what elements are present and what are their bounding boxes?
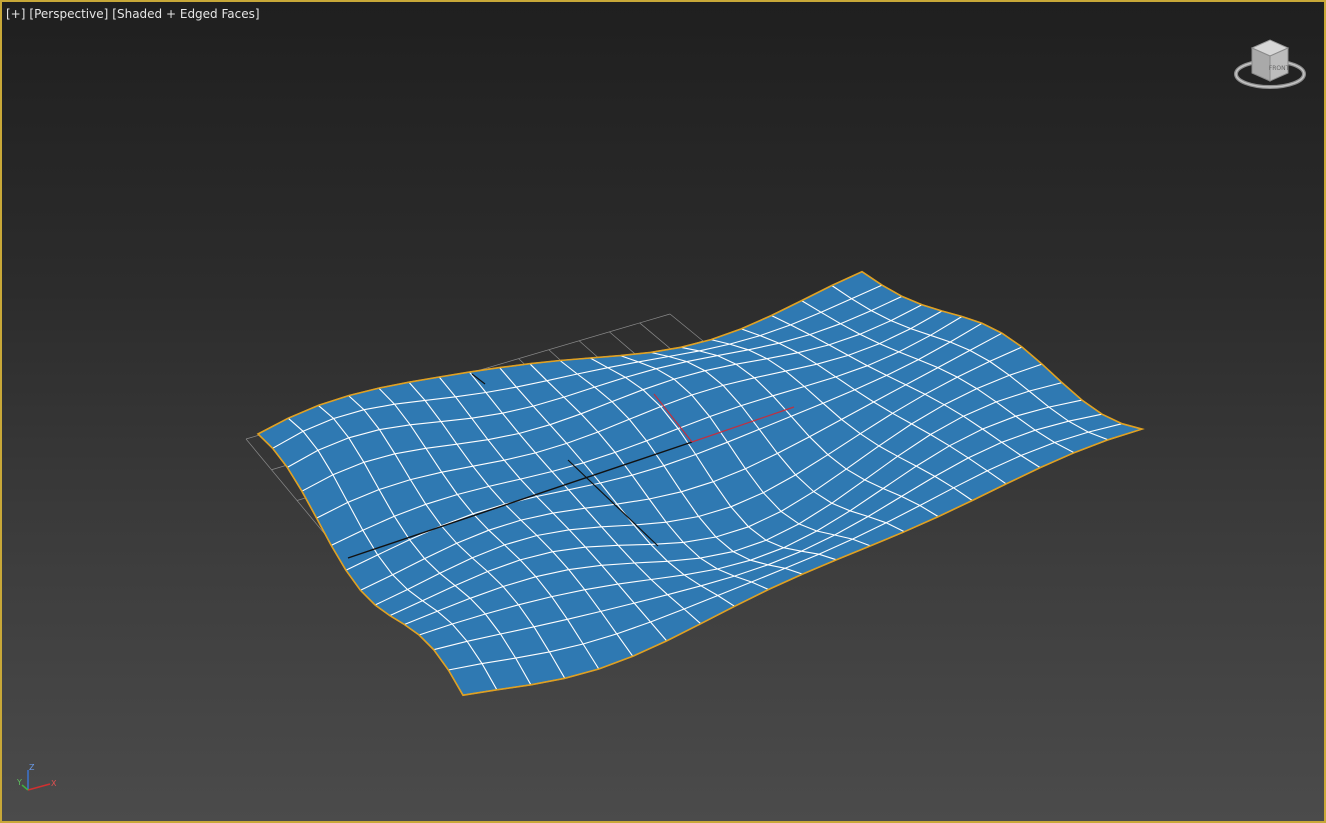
viewport-shading-menu[interactable]: [Shaded + Edged Faces] [112,7,259,21]
viewport-label-bar: [+] [Perspective] [Shaded + Edged Faces] [6,7,260,21]
viewcube[interactable]: FRONT [1230,34,1310,100]
viewcube-icon[interactable]: FRONT [1230,34,1310,100]
axis-tripod-icon: Z X Y [16,763,57,791]
viewcube-face-label: FRONT [1269,65,1290,72]
viewport-point-of-view-menu[interactable]: [Perspective] [29,7,108,21]
axis-z-label: Z [29,763,35,772]
perspective-viewport[interactable]: [+] [Perspective] [Shaded + Edged Faces] F… [0,0,1326,823]
plane-surface [258,271,1142,696]
plane-mesh-object[interactable] [256,270,1145,697]
axis-tripod: Z X Y [14,760,62,802]
viewport-menu-plus[interactable]: [+] [6,7,25,21]
axis-x-label: X [51,779,57,788]
axis-y-label: Y [16,778,22,787]
scene-canvas[interactable] [2,2,1324,821]
